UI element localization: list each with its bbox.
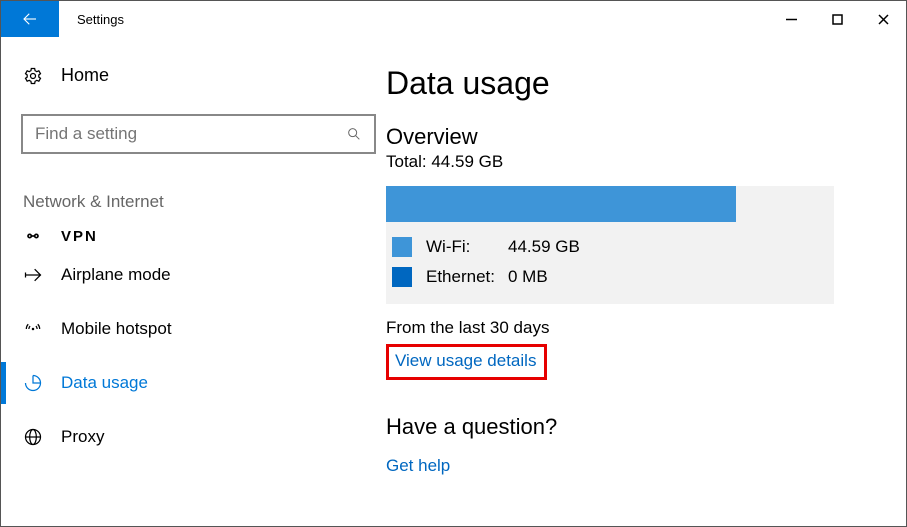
sidebar: Home Network & Internet VPN Airplane mod… [1, 37, 386, 526]
minimize-icon [786, 14, 797, 25]
close-button[interactable] [860, 1, 906, 37]
sidebar-item-label: Airplane mode [61, 265, 171, 285]
legend-wifi-value: 44.59 GB [508, 237, 580, 257]
get-help-link[interactable]: Get help [386, 456, 450, 476]
total-label: Total: 44.59 GB [386, 152, 876, 172]
legend-ethernet-label: Ethernet: [426, 267, 508, 287]
sidebar-item-hotspot[interactable]: Mobile hotspot [21, 302, 366, 356]
search-icon [346, 126, 362, 142]
back-button[interactable] [1, 1, 59, 37]
swatch-ethernet [392, 267, 412, 287]
legend-wifi: Wi-Fi: 44.59 GB [386, 232, 834, 262]
search-box[interactable] [21, 114, 376, 154]
maximize-icon [832, 14, 843, 25]
close-icon [878, 14, 889, 25]
sidebar-item-label: Data usage [61, 373, 148, 393]
sidebar-item-label: VPN [61, 228, 98, 245]
sidebar-item-label: Mobile hotspot [61, 319, 172, 339]
sidebar-item-label: Proxy [61, 427, 104, 447]
view-usage-details-link[interactable]: View usage details [395, 351, 536, 371]
arrow-left-icon [21, 10, 39, 28]
sidebar-home[interactable]: Home [21, 65, 366, 86]
datausage-icon [23, 373, 43, 393]
sidebar-item-airplane[interactable]: Airplane mode [21, 248, 366, 302]
content: Data usage Overview Total: 44.59 GB Wi-F… [386, 37, 906, 526]
legend-ethernet: Ethernet: 0 MB [386, 262, 834, 292]
highlight-annotation: View usage details [386, 344, 547, 380]
window-title: Settings [59, 1, 768, 37]
minimize-button[interactable] [768, 1, 814, 37]
titlebar: Settings [1, 1, 906, 37]
legend-ethernet-value: 0 MB [508, 267, 548, 287]
swatch-wifi [392, 237, 412, 257]
vpn-icon [23, 226, 43, 246]
question-title: Have a question? [386, 414, 876, 440]
search-input[interactable] [35, 124, 346, 144]
overview-title: Overview [386, 124, 876, 150]
globe-icon [23, 427, 43, 447]
usage-bar-wifi-segment [386, 186, 736, 222]
airplane-icon [23, 265, 43, 285]
maximize-button[interactable] [814, 1, 860, 37]
sidebar-item-proxy[interactable]: Proxy [21, 410, 366, 464]
sidebar-category: Network & Internet [21, 192, 366, 212]
usage-chart: Wi-Fi: 44.59 GB Ethernet: 0 MB [386, 186, 834, 304]
usage-bar [386, 186, 834, 222]
sidebar-item-datausage[interactable]: Data usage [21, 356, 366, 410]
window-controls [768, 1, 906, 37]
page-title: Data usage [386, 65, 876, 102]
hotspot-icon [23, 319, 43, 339]
period-label: From the last 30 days [386, 318, 876, 338]
sidebar-home-label: Home [61, 65, 109, 86]
gear-icon [23, 66, 43, 86]
sidebar-item-vpn[interactable]: VPN [21, 224, 366, 248]
legend-wifi-label: Wi-Fi: [426, 237, 508, 257]
